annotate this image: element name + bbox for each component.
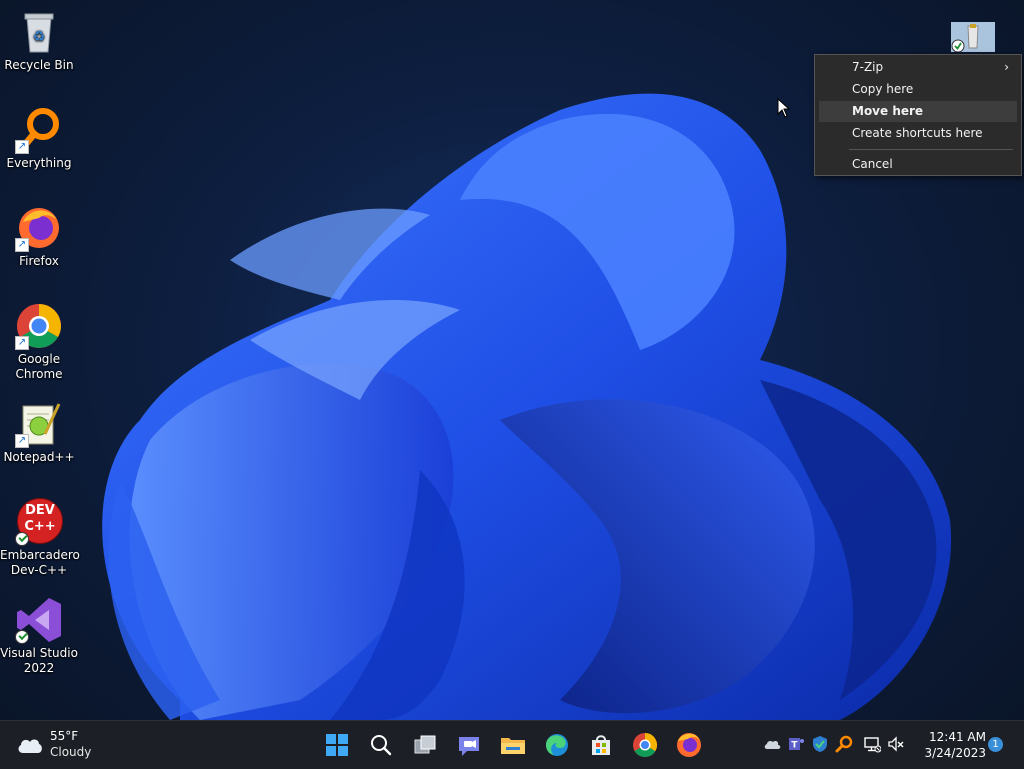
search-icon [371, 735, 392, 756]
teams-icon: T [789, 738, 804, 751]
clock-time: 12:41 AM [929, 730, 986, 744]
desktop-icon-firefox[interactable]: ↗ Firefox [0, 204, 78, 269]
taskbar: 55°F Cloudy T 12:41 AM 3/24/2023 1 [0, 720, 1024, 769]
mouse-pointer-icon [777, 98, 791, 118]
edge-icon [546, 734, 568, 756]
desktop-icon-label: Notepad++ [3, 450, 75, 464]
chrome-icon: ↗ [15, 302, 63, 350]
store-bag-icon [592, 735, 610, 755]
shield-icon [813, 736, 827, 752]
menu-separator [849, 149, 1013, 150]
tray-security[interactable] [811, 735, 829, 753]
sync-check-icon [15, 630, 29, 644]
store-button[interactable] [585, 729, 617, 761]
menu-item-label: 7-Zip [852, 60, 884, 74]
recycle-bin-icon: ♻ [15, 8, 63, 56]
desktop-icon-label: Google Chrome [15, 352, 63, 381]
desktop-icon-google-chrome[interactable]: ↗ Google Chrome [0, 302, 78, 382]
chrome-icon [633, 733, 658, 758]
menu-item-label: Move here [852, 104, 924, 118]
menu-item-label: Copy here [852, 82, 914, 96]
volume-muted-icon [888, 736, 904, 752]
chat-button[interactable] [453, 729, 485, 761]
drag-drop-context-menu: 7-Zip › Copy here Move here Create short… [814, 54, 1022, 176]
firefox-icon [677, 733, 701, 757]
menu-item-create-shortcuts-here[interactable]: Create shortcuts here [819, 123, 1017, 144]
clock-date: 3/24/2023 [924, 746, 986, 760]
menu-item-cancel[interactable]: Cancel [819, 154, 1017, 175]
tray-network[interactable] [863, 735, 882, 753]
tray-volume[interactable] [887, 735, 905, 753]
windows-logo-icon [326, 734, 348, 756]
teams-chat-icon [459, 737, 479, 756]
menu-item-label: Cancel [852, 157, 893, 171]
shortcut-arrow-icon: ↗ [15, 336, 29, 350]
shortcut-arrow-icon: ↗ [15, 434, 29, 448]
file-explorer-button[interactable] [497, 729, 529, 761]
desktop-icon-label: Everything [6, 156, 72, 170]
dev-cpp-icon: DEV C++ [15, 498, 63, 546]
everything-magnifier-icon [835, 735, 853, 753]
visual-studio-icon [15, 596, 63, 644]
shortcut-arrow-icon: ↗ [15, 238, 29, 252]
menu-item-7zip[interactable]: 7-Zip › [819, 57, 1017, 78]
weather-condition: Cloudy [50, 745, 92, 759]
firefox-icon: ↗ [15, 204, 63, 252]
notepad-plus-plus-icon: ↗ [15, 400, 63, 448]
everything-magnifier-icon: ↗ [15, 106, 63, 154]
desktop-icon-label: Visual Studio 2022 [0, 646, 78, 675]
weather-temperature: 55°F [50, 729, 79, 743]
task-view-button[interactable] [409, 729, 441, 761]
menu-item-label: Create shortcuts here [852, 126, 983, 140]
desktop-icon-label: Embarcadero Dev-C++ [0, 548, 80, 577]
svg-text:T: T [791, 741, 798, 751]
desktop-icon-label: Recycle Bin [4, 58, 74, 72]
desktop-icon-everything[interactable]: ↗ Everything [0, 106, 78, 171]
tray-onedrive[interactable] [763, 735, 781, 753]
dev-cpp-glyph-text: DEV C++ [24, 503, 56, 534]
svg-text:♻: ♻ [33, 29, 46, 45]
cloud-icon [18, 739, 42, 753]
submenu-chevron-icon: › [1004, 60, 1009, 74]
chrome-taskbar-button[interactable] [629, 729, 661, 761]
search-button[interactable] [365, 729, 397, 761]
desktop-icon-label: Firefox [19, 254, 59, 268]
start-button[interactable] [321, 729, 353, 761]
onedrive-cloud-icon [764, 740, 781, 749]
edge-button[interactable] [541, 729, 573, 761]
desktop-icon-notepad-plus-plus[interactable]: ↗ Notepad++ [0, 400, 78, 465]
notification-count-badge[interactable]: 1 [988, 737, 1003, 752]
taskbar-clock[interactable]: 12:41 AM 3/24/2023 [912, 729, 986, 761]
menu-item-copy-here[interactable]: Copy here [819, 79, 1017, 100]
tray-everything[interactable] [835, 735, 853, 753]
tray-teams[interactable]: T [787, 735, 805, 753]
dragged-file-icon [950, 22, 996, 53]
sync-check-icon [15, 532, 29, 546]
desktop-icon-visual-studio[interactable]: Visual Studio 2022 [0, 596, 78, 676]
shortcut-arrow-icon: ↗ [15, 140, 29, 154]
firefox-taskbar-button[interactable] [673, 729, 705, 761]
network-monitor-icon [864, 737, 882, 753]
menu-item-move-here[interactable]: Move here [819, 101, 1017, 122]
task-view-icon [414, 735, 436, 754]
folder-icon [501, 738, 525, 754]
desktop-icon-recycle-bin[interactable]: ♻ Recycle Bin [0, 8, 78, 73]
desktop-icon-embarcadero-dev-cpp[interactable]: DEV C++ Embarcadero Dev-C++ [0, 498, 80, 578]
